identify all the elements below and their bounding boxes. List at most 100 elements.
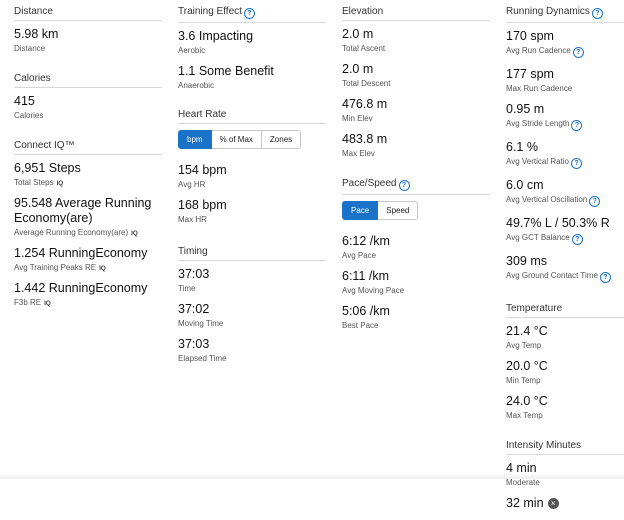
tab-bpm[interactable]: bpm — [178, 130, 212, 149]
stat-label: F3b RE — [14, 298, 42, 307]
stat-value: 37:03 — [178, 267, 210, 281]
stat-label: Max HR — [178, 215, 207, 224]
stat-label: Avg Moving Pace — [342, 286, 405, 295]
multiplier-badge-icon: × — [547, 498, 559, 509]
stat-label: Total Descent — [342, 79, 391, 88]
stat-value: 37:03 — [178, 337, 210, 351]
connect-iq-icon[interactable]: IQ — [57, 180, 64, 187]
stat-max-run-cadence: 177 spm Max Run Cadence — [506, 67, 624, 93]
stat-label: Avg Pace — [342, 251, 377, 260]
stat-label: Max Run Cadence — [506, 84, 573, 93]
pace-speed-title: Pace/Speed? — [342, 178, 490, 195]
stat-value: 6:11 /km — [342, 269, 390, 283]
stat-label: Avg Run Cadence — [506, 46, 571, 55]
stat-avg-moving-pace: 6:11 /km Avg Moving Pace — [342, 269, 490, 295]
stat-value: 20.0 °C — [506, 359, 548, 373]
help-circle-icon[interactable]: ? — [591, 8, 603, 19]
stat-total-ascent: 2.0 m Total Ascent — [342, 27, 490, 53]
help-circle-icon[interactable]: ? — [243, 8, 255, 19]
tab-percent-of-max[interactable]: % of Max — [211, 130, 262, 149]
stat-aerobic: 3.6 Impacting Aerobic — [178, 29, 326, 55]
help-circle-icon[interactable]: ? — [571, 158, 582, 169]
column-1: Distance 5.98 km Distance Calories 415 C… — [14, 0, 162, 316]
intensity-minutes-title: Intensity Minutes — [506, 440, 624, 455]
stat-label: Min Elev — [342, 114, 373, 123]
stat-value: 6,951 Steps — [14, 161, 81, 175]
stat-vigorous: 32 min × — [506, 496, 624, 511]
stat-value: 5:06 /km — [342, 304, 390, 318]
tab-speed[interactable]: Speed — [378, 201, 419, 220]
section-title-text: Running Dynamics — [506, 6, 590, 17]
stat-value: 6:12 /km — [342, 234, 390, 248]
tab-zones[interactable]: Zones — [261, 130, 302, 149]
help-circle-icon[interactable]: ? — [398, 180, 410, 191]
stat-label-row: Avg Vertical Oscillation? — [506, 195, 624, 207]
stat-label: Elapsed Time — [178, 354, 227, 363]
connect-iq-icon[interactable]: IQ — [99, 265, 106, 272]
stat-value: 37:02 — [178, 302, 210, 316]
stat-label: Total Ascent — [342, 44, 386, 53]
help-circle-icon[interactable]: ? — [599, 272, 611, 283]
section-title-text: Pace/Speed — [342, 178, 397, 189]
stat-value: 0.95 m — [506, 102, 545, 116]
connect-iq-icon[interactable]: IQ — [131, 230, 138, 237]
scroll-fade — [0, 473, 624, 479]
stat-avg-temp: 21.4 °C Avg Temp — [506, 324, 624, 350]
stat-label: Max Temp — [506, 411, 543, 420]
stat-value: 168 bpm — [178, 198, 227, 212]
help-circle-icon[interactable]: ? — [571, 234, 583, 245]
pace-speed-toggle: Pace Speed — [342, 201, 490, 220]
stat-avg-run-cadence: 170 spm Avg Run Cadence? — [506, 29, 624, 58]
stat-max-temp: 24.0 °C Max Temp — [506, 394, 624, 420]
timing-title: Timing — [178, 246, 326, 261]
stat-value: 1.1 Some Benefit — [178, 64, 274, 78]
stat-anaerobic: 1.1 Some Benefit Anaerobic — [178, 64, 326, 90]
stat-avg-vertical-oscillation: 6.0 cm Avg Vertical Oscillation? — [506, 178, 624, 207]
calories-title: Calories — [14, 73, 162, 88]
column-3: Elevation 2.0 m Total Ascent 2.0 m Total… — [342, 0, 490, 339]
help-circle-icon[interactable]: ? — [572, 47, 584, 58]
running-dynamics-title: Running Dynamics? — [506, 6, 624, 23]
stat-label: Anaerobic — [178, 81, 215, 90]
stat-label-row: Total Steps IQ — [14, 178, 162, 187]
connect-iq-icon[interactable]: IQ — [44, 300, 51, 307]
stat-label-row: Avg Training Peaks RE IQ — [14, 263, 162, 272]
tab-pace[interactable]: Pace — [342, 201, 379, 220]
stat-calories: 415 Calories — [14, 94, 162, 120]
elevation-title: Elevation — [342, 6, 490, 21]
stat-label: Avg Ground Contact Time — [506, 271, 598, 280]
stat-min-temp: 20.0 °C Min Temp — [506, 359, 624, 385]
stat-value: 154 bpm — [178, 163, 227, 177]
stat-value: 1.254 RunningEconomy — [14, 246, 148, 260]
stat-value: 177 spm — [506, 67, 554, 81]
stat-avg-running-economy: 95.548 Average Running Economy(are) Aver… — [14, 196, 162, 237]
temperature-title: Temperature — [506, 303, 624, 318]
help-circle-icon[interactable]: ? — [571, 120, 583, 131]
stat-value: 2.0 m — [342, 62, 374, 76]
stat-value: 32 min — [506, 496, 544, 510]
stat-label: Distance — [14, 44, 46, 53]
section-title-text: Training Effect — [178, 6, 242, 17]
stat-max-elev: 483.8 m Max Elev — [342, 132, 490, 158]
stat-elapsed-time: 37:03 Elapsed Time — [178, 337, 326, 363]
stat-label-row: Avg GCT Balance? — [506, 233, 624, 245]
stat-value: 1.442 RunningEconomy — [14, 281, 148, 295]
stat-label: Avg Vertical Ratio — [506, 157, 569, 166]
stat-label: Avg Stride Length — [506, 119, 570, 128]
stat-distance: 5.98 km Distance — [14, 27, 162, 53]
stat-value: 24.0 °C — [506, 394, 548, 408]
stat-label-row: Average Running Economy(are) IQ — [14, 228, 162, 237]
stat-label: Avg Temp — [506, 341, 542, 350]
stat-label: Moving Time — [178, 319, 224, 328]
help-circle-icon[interactable]: ? — [589, 196, 601, 207]
stat-value: 170 spm — [506, 29, 554, 43]
stat-value: 49.7% L / 50.3% R — [506, 216, 610, 230]
stat-label: Avg GCT Balance — [506, 233, 570, 242]
training-effect-title: Training Effect? — [178, 6, 326, 23]
connect-iq-title: Connect IQ™ — [14, 140, 162, 155]
stat-label: Avg Training Peaks RE — [14, 263, 97, 272]
stat-label-row: Avg Run Cadence? — [506, 46, 624, 58]
stat-label: Aerobic — [178, 46, 206, 55]
stat-f3b-re: 1.442 RunningEconomy F3b RE IQ — [14, 281, 162, 307]
stat-label-row: Avg Stride Length? — [506, 119, 624, 131]
